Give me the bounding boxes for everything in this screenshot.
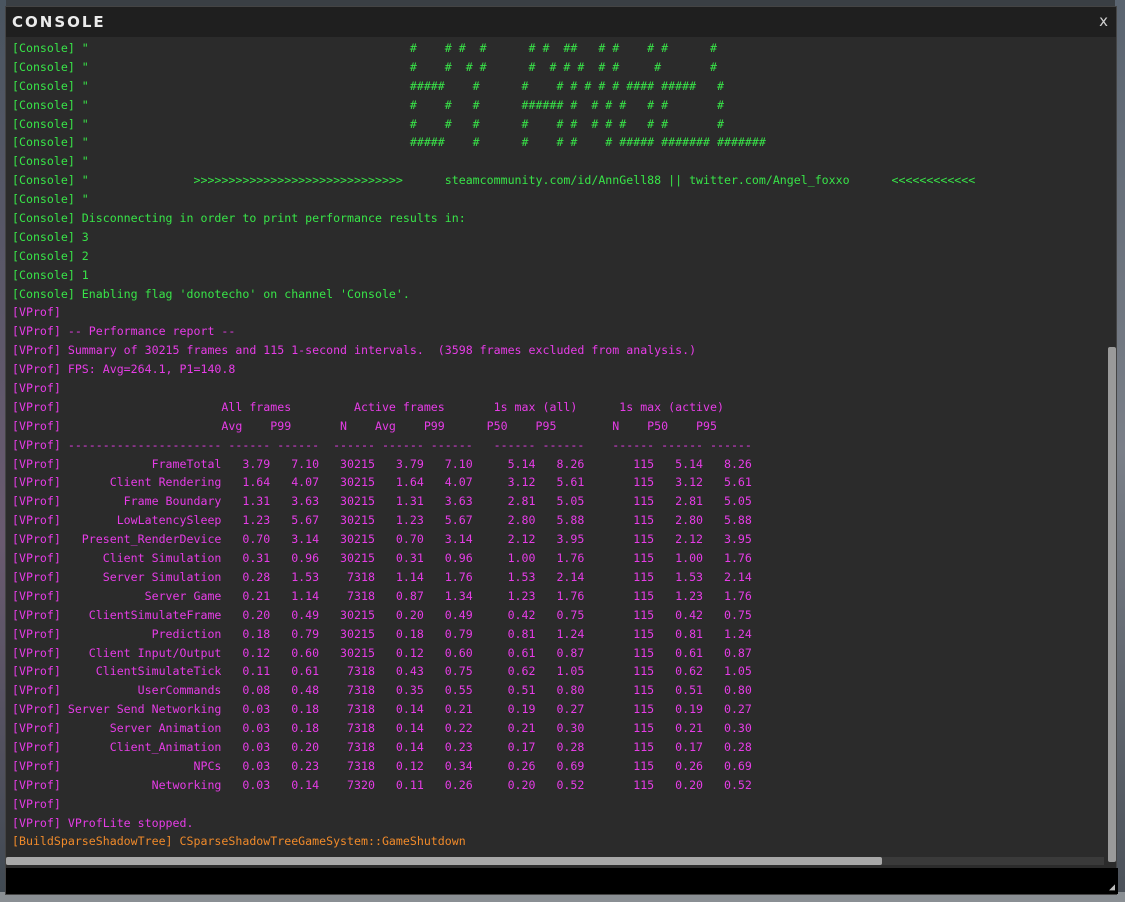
log-line: [VProf] Frame Boundary 1.31 3.63 30215 1… <box>12 494 752 509</box>
log-line: [Console] " >>>>>>>>>>>>>>>>>>>>>>>>>>>>… <box>12 173 976 188</box>
log-line: [Console] 2 <box>12 248 89 263</box>
log-line: [Console] " # # # # # # ## # # # # # <box>12 41 717 55</box>
window-title: CONSOLE <box>12 13 106 31</box>
title-bar[interactable]: CONSOLE x <box>6 7 1116 37</box>
log-line: [VProf] <box>12 796 61 811</box>
log-line: [Console] Disconnecting in order to prin… <box>12 211 466 226</box>
console-window: CONSOLE x [Console] " # # # # # # ## # #… <box>5 6 1118 895</box>
log-line: [VProf] Prediction 0.18 0.79 30215 0.18 … <box>12 626 752 641</box>
log-line: [VProf] Client Input/Output 0.12 0.60 30… <box>12 645 752 660</box>
resize-grip-icon[interactable]: ◢ <box>1109 882 1115 893</box>
log-line: [BuildSparseShadowTree] CSparseShadowTre… <box>12 834 466 849</box>
log-line: [Console] " ##### # # # # # ##### ######… <box>12 135 766 150</box>
log-line: [VProf] All frames Active frames 1s max … <box>12 399 724 414</box>
log-line: [VProf] ClientSimulateFrame 0.20 0.49 30… <box>12 607 752 622</box>
log-line: [VProf] Client Rendering 1.64 4.07 30215… <box>12 475 752 490</box>
log-line: [VProf] NPCs 0.03 0.23 7318 0.12 0.34 0.… <box>12 758 752 773</box>
log-line: [VProf] VProfLite stopped. <box>12 815 194 830</box>
horizontal-scrollbar-track[interactable] <box>6 857 1104 865</box>
log-line: [VProf] Server Animation 0.03 0.18 7318 … <box>12 721 752 736</box>
log-line: [Console] " # # # # # # # # # # # # <box>12 59 717 74</box>
log-line: [VProf] ClientSimulateTick 0.11 0.61 731… <box>12 664 752 679</box>
log-line: [VProf] FPS: Avg=264.1, P1=140.8 <box>12 362 236 377</box>
log-line: [VProf] Server Game 0.21 1.14 7318 0.87 … <box>12 588 752 603</box>
log-line: [VProf] Server Send Networking 0.03 0.18… <box>12 702 752 717</box>
log-line: [VProf] Networking 0.03 0.14 7320 0.11 0… <box>12 777 752 792</box>
log-line: [Console] " # # # # # # # # # # # # <box>12 116 724 131</box>
log-line: [Console] " <box>12 154 89 169</box>
horizontal-scrollbar-thumb[interactable] <box>6 857 882 865</box>
vertical-scrollbar[interactable] <box>1108 347 1116 862</box>
console-log: [Console] " # # # # # # ## # # # # # [Con… <box>12 39 1104 861</box>
log-line: [Console] " <box>12 192 89 207</box>
log-line: [Console] " ##### # # # # # # # #### ###… <box>12 78 724 93</box>
log-line: [Console] 3 <box>12 229 89 244</box>
log-line: [VProf] Present_RenderDevice 0.70 3.14 3… <box>12 532 752 547</box>
log-line: [VProf] Client_Animation 0.03 0.20 7318 … <box>12 739 752 754</box>
command-input[interactable] <box>6 868 1118 894</box>
log-line: [VProf] LowLatencySleep 1.23 5.67 30215 … <box>12 513 752 528</box>
log-line: [VProf] ---------------------- ------ --… <box>12 437 752 452</box>
log-line: [Console] " # # # ###### # # # # # # # <box>12 97 724 112</box>
command-input-bar[interactable] <box>6 868 1118 894</box>
log-line: [VProf] -- Performance report -- <box>12 324 236 339</box>
close-button[interactable]: x <box>1099 12 1108 30</box>
log-line: [VProf] Server Simulation 0.28 1.53 7318… <box>12 569 752 584</box>
log-line: [VProf] <box>12 305 61 320</box>
log-line: [VProf] UserCommands 0.08 0.48 7318 0.35… <box>12 683 752 698</box>
log-line: [VProf] Client Simulation 0.31 0.96 3021… <box>12 551 752 566</box>
log-line: [VProf] Avg P99 N Avg P99 P50 P95 N P50 … <box>12 418 717 433</box>
log-line: [Console] Enabling flag 'donotecho' on c… <box>12 286 410 301</box>
log-line: [VProf] <box>12 381 61 396</box>
log-line: [VProf] Summary of 30215 frames and 115 … <box>12 343 697 358</box>
log-line: [Console] 1 <box>12 267 89 282</box>
log-line: [VProf] FrameTotal 3.79 7.10 30215 3.79 … <box>12 456 752 471</box>
